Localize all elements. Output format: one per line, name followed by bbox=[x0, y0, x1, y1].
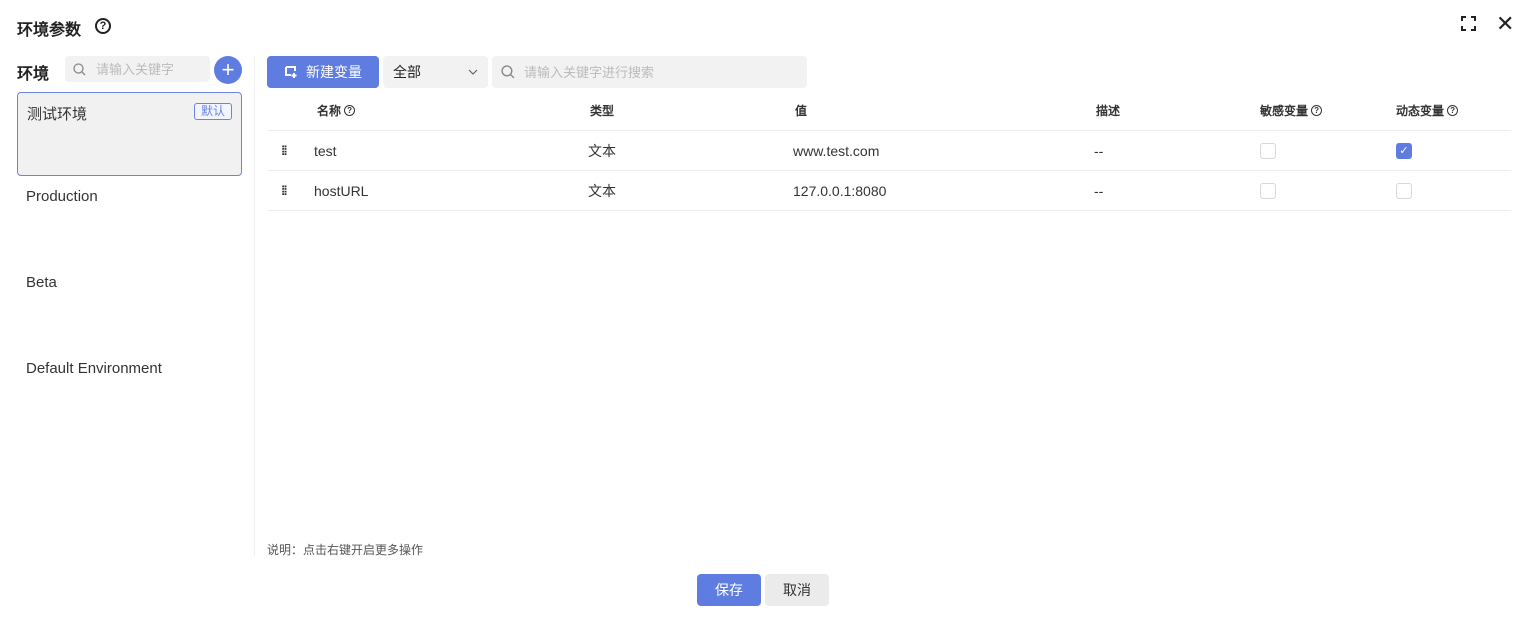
col-type: 类型 bbox=[590, 103, 615, 118]
search-icon bbox=[73, 62, 86, 75]
var-type: 文本 bbox=[588, 182, 616, 199]
dialog-title: 环境参数 bbox=[17, 22, 82, 39]
drag-handle-icon[interactable]: ⁞⁞ bbox=[281, 131, 288, 170]
variable-search-input[interactable] bbox=[524, 64, 794, 80]
cancel-button[interactable]: 取消 bbox=[765, 574, 829, 606]
var-value: 127.0.0.1:8080 bbox=[793, 182, 887, 199]
close-icon[interactable]: ✕ bbox=[1496, 13, 1514, 35]
env-item-test[interactable]: 测试环境 默认 bbox=[17, 92, 242, 176]
drag-handle-icon[interactable]: ⁞⁞ bbox=[281, 171, 288, 210]
env-search-input[interactable] bbox=[96, 61, 206, 77]
add-variable-icon bbox=[285, 66, 297, 78]
filter-value: 全部 bbox=[393, 64, 421, 80]
env-name: Production bbox=[26, 188, 98, 205]
variable-search[interactable] bbox=[492, 56, 807, 88]
table-row[interactable]: ⁞⁞ test 文本 www.test.com -- ✓ bbox=[267, 131, 1511, 171]
help-icon[interactable]: ? bbox=[1447, 104, 1459, 116]
add-env-button[interactable]: + bbox=[214, 56, 242, 84]
chevron-down-icon bbox=[468, 69, 478, 75]
col-value: 值 bbox=[795, 103, 808, 118]
env-search[interactable] bbox=[65, 56, 210, 82]
col-desc: 描述 bbox=[1096, 103, 1121, 118]
help-icon[interactable]: ? bbox=[95, 18, 111, 34]
env-name: Default Environment bbox=[26, 360, 162, 377]
env-label: 环境 bbox=[17, 66, 50, 83]
table-row[interactable]: ⁞⁞ hostURL 文本 127.0.0.1:8080 -- bbox=[267, 171, 1511, 211]
env-name: Beta bbox=[26, 274, 57, 291]
env-item-default[interactable]: Default Environment bbox=[17, 350, 242, 434]
var-name: test bbox=[314, 142, 337, 159]
divider bbox=[254, 56, 255, 556]
dynamic-checkbox[interactable] bbox=[1396, 182, 1412, 199]
default-badge: 默认 bbox=[193, 103, 232, 120]
env-item-beta[interactable]: Beta bbox=[17, 264, 242, 348]
col-dynamic: 动态变量 bbox=[1396, 103, 1445, 118]
var-desc: -- bbox=[1094, 182, 1104, 199]
col-sensitive: 敏感变量 bbox=[1260, 103, 1309, 118]
var-name: hostURL bbox=[314, 182, 369, 199]
var-desc: -- bbox=[1094, 142, 1104, 159]
col-name: 名称 bbox=[317, 103, 342, 118]
help-icon[interactable]: ? bbox=[344, 104, 356, 116]
dynamic-checkbox[interactable]: ✓ bbox=[1396, 142, 1412, 159]
sensitive-checkbox[interactable] bbox=[1260, 142, 1276, 159]
hint-note: 说明：点击右键开启更多操作 bbox=[267, 543, 424, 557]
save-button[interactable]: 保存 bbox=[697, 574, 761, 606]
env-item-production[interactable]: Production bbox=[17, 178, 242, 262]
sensitive-checkbox[interactable] bbox=[1260, 182, 1276, 199]
new-variable-label: 新建变量 bbox=[306, 64, 362, 80]
table-header: 名称? 类型 值 描述 敏感变量? 动态变量? bbox=[267, 90, 1511, 131]
search-icon bbox=[501, 65, 515, 79]
fullscreen-icon[interactable] bbox=[1461, 16, 1476, 31]
env-name: 测试环境 bbox=[27, 106, 88, 123]
type-filter-select[interactable]: 全部 bbox=[383, 56, 488, 88]
new-variable-button[interactable]: 新建变量 bbox=[267, 56, 379, 88]
var-value: www.test.com bbox=[793, 142, 880, 159]
var-type: 文本 bbox=[588, 142, 616, 159]
help-icon[interactable]: ? bbox=[1311, 104, 1323, 116]
